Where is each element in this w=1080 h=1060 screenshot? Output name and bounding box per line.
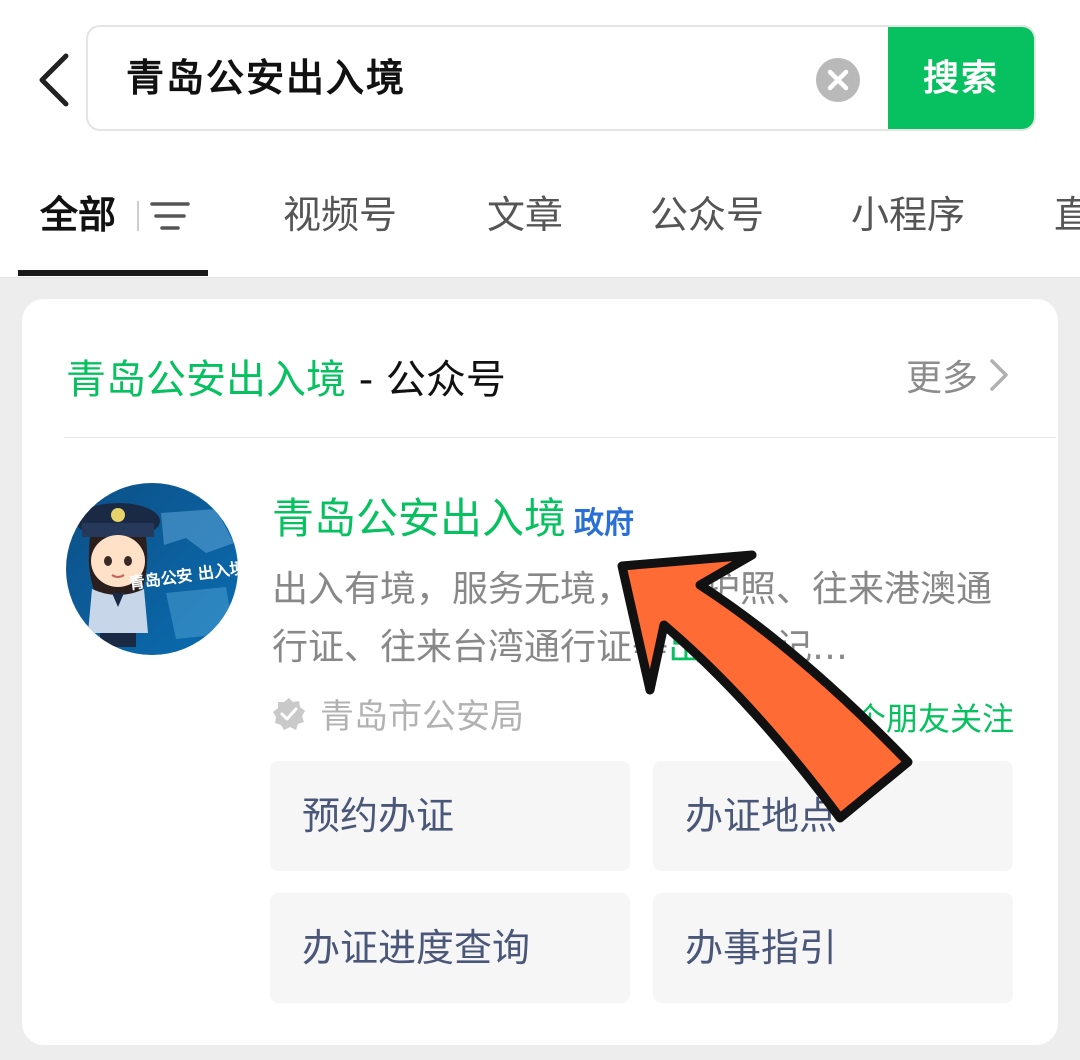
more-link[interactable]: 更多 bbox=[906, 349, 1010, 401]
section-title: 青岛公安出入境 - 公众号 bbox=[66, 347, 506, 405]
friends-following: 1个朋友关注 bbox=[833, 700, 1014, 738]
tab-live[interactable]: 直 bbox=[1054, 160, 1080, 270]
verified-by: 青岛市公安局 bbox=[272, 689, 524, 738]
tab-articles[interactable]: 文章 bbox=[487, 160, 563, 270]
tab-all[interactable]: 全部 bbox=[40, 160, 116, 270]
desc-part-3: 记… bbox=[776, 627, 849, 668]
search-input[interactable]: 青岛公安出入境 bbox=[126, 27, 406, 129]
result-tabs: 全部 视频号 文章 公众号 小程序 直 bbox=[0, 160, 1080, 278]
verified-by-label: 青岛市公安局 bbox=[320, 697, 524, 737]
account-avatar[interactable]: 青岛公安 出入境 bbox=[66, 483, 238, 655]
tab-channels[interactable]: 视频号 bbox=[283, 160, 397, 270]
search-button[interactable]: 搜索 bbox=[888, 27, 1034, 129]
chevron-right-icon bbox=[990, 359, 1008, 391]
menu-progress-query[interactable]: 办证进度查询 bbox=[270, 893, 630, 1003]
desc-highlight: 出入境 bbox=[668, 627, 777, 668]
more-label: 更多 bbox=[905, 358, 978, 399]
official-account-card: 青岛公安出入境 - 公众号 更多 青岛公安 出入境 青岛公安出入境 政府 出入有… bbox=[22, 299, 1058, 1045]
active-tab-indicator bbox=[18, 270, 208, 276]
tab-mini-programs[interactable]: 小程序 bbox=[851, 160, 965, 270]
menu-service-locations[interactable]: 办证地点 bbox=[653, 761, 1013, 871]
search-box[interactable]: 青岛公安出入境 搜索 bbox=[86, 25, 1036, 131]
account-description: 出入有境，服务无境，提供护照、往来港澳通行证、往来台湾通行证等出入境记… bbox=[272, 561, 1012, 677]
section-title-suffix: - 公众号 bbox=[346, 357, 506, 403]
account-name[interactable]: 青岛公安出入境 政府 bbox=[272, 485, 634, 546]
filter-icon[interactable] bbox=[136, 200, 192, 232]
menu-service-guide[interactable]: 办事指引 bbox=[653, 893, 1013, 1003]
section-title-highlight: 青岛公安出入境 bbox=[66, 357, 346, 403]
divider bbox=[64, 437, 1056, 438]
desc-part-1: 出入有境，服务无境，提供护照、往来港澳通行证、往来台湾通行证等 bbox=[272, 569, 993, 668]
search-header: 青岛公安出入境 搜索 bbox=[0, 0, 1080, 160]
government-badge: 政府 bbox=[574, 506, 635, 541]
menu-book-appointment[interactable]: 预约办证 bbox=[270, 761, 630, 871]
tab-official-accounts[interactable]: 公众号 bbox=[650, 160, 764, 270]
verified-badge-icon bbox=[273, 697, 305, 730]
close-circle-icon[interactable] bbox=[816, 58, 860, 102]
back-icon[interactable] bbox=[32, 50, 80, 110]
account-name-text: 青岛公安出入境 bbox=[272, 494, 567, 543]
